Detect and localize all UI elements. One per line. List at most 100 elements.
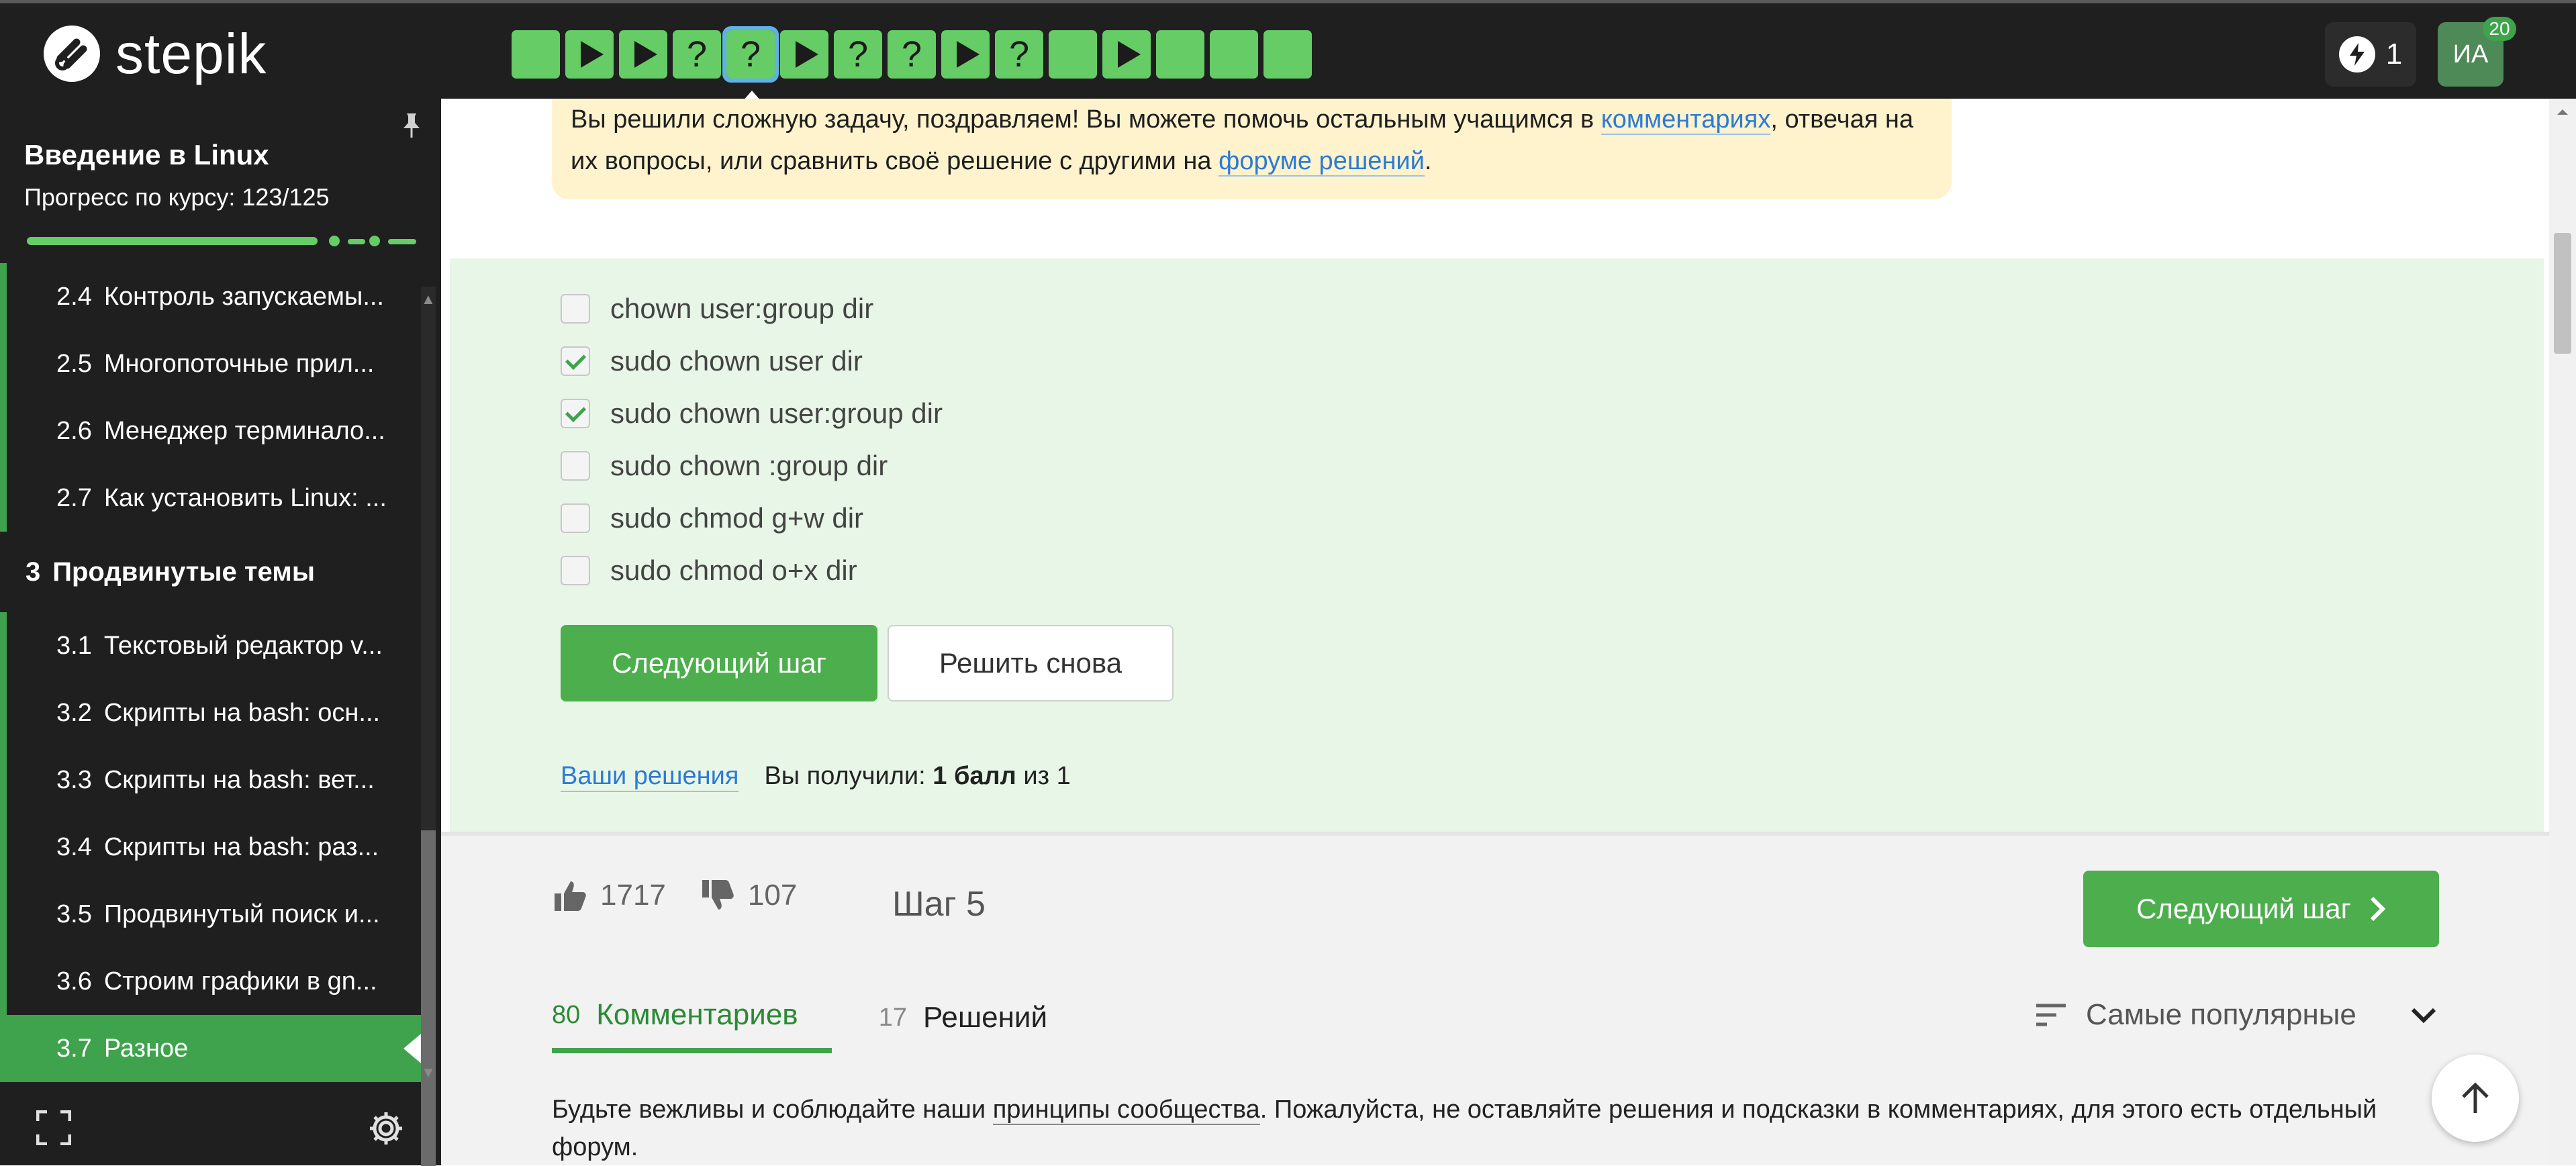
lightning-icon (2338, 36, 2375, 72)
lesson-number: 2.7 (56, 483, 92, 512)
lesson-number: 3.4 (56, 832, 92, 861)
lesson-item[interactable]: 3.6 Строим графики в gn... (0, 948, 421, 1015)
lesson-item[interactable]: 3.4 Скрипты на bash: раз... (0, 814, 421, 881)
checkbox[interactable] (561, 503, 590, 533)
community-rules-link[interactable]: принципы сообщества (992, 1096, 1260, 1125)
checkbox-checked[interactable] (561, 346, 590, 376)
checkbox[interactable] (561, 556, 590, 585)
page-scroll-thumb[interactable] (2554, 233, 2571, 354)
step-quiz[interactable]: ? (995, 30, 1043, 79)
sidebar-scroll-thumb[interactable] (421, 830, 436, 1166)
lesson-item[interactable]: 2.6 Менеджер терминало... (0, 397, 421, 465)
lesson-number: 3.3 (56, 765, 92, 794)
lesson-item-active[interactable]: 3.7 Разное (0, 1015, 421, 1082)
lesson-item[interactable]: 2.7 Как установить Linux: ... (0, 465, 421, 532)
step-text[interactable] (1210, 30, 1258, 79)
likes-count: 1717 (600, 879, 666, 912)
next-step-button[interactable]: Следующий шаг (561, 625, 877, 701)
course-title[interactable]: Введение в Linux (24, 139, 269, 171)
step-play[interactable] (619, 30, 667, 79)
lesson-item[interactable]: 2.4 Контроль запускаемы... (0, 263, 421, 330)
play-icon (796, 41, 818, 68)
progress-dot (369, 236, 380, 246)
lesson-label: Строим графики в gn... (103, 967, 377, 995)
your-solutions-link[interactable]: Ваши решения (561, 762, 739, 792)
fullscreen-icon[interactable] (36, 1110, 71, 1145)
sidebar-scrollbar[interactable] (421, 287, 436, 1166)
lesson-label: Скрипты на bash: осн... (103, 698, 381, 727)
scroll-up-arrow-icon[interactable]: ▲ (421, 291, 436, 308)
answer-option[interactable]: sudo chmod g+w dir (561, 496, 863, 540)
scroll-to-top-button[interactable] (2432, 1055, 2519, 1142)
page-scrollbar[interactable] (2549, 99, 2576, 1165)
stepik-logo-icon (44, 26, 100, 82)
chevron-down-icon (2411, 1008, 2436, 1024)
answer-option[interactable]: chown user:group dir (561, 287, 873, 331)
progress-fill (27, 237, 318, 245)
stepik-logo[interactable]: stepik (42, 22, 267, 85)
step-text[interactable] (512, 30, 560, 79)
lesson-item[interactable]: 3.2 Скрипты на bash: осн... (0, 679, 421, 746)
question-icon: ? (1008, 34, 1030, 75)
sort-label: Самые популярные (2086, 998, 2356, 1031)
answer-option[interactable]: sudo chmod o+x dir (561, 548, 857, 593)
lesson-label: Скрипты на bash: раз... (103, 832, 379, 861)
thumbs-down-icon[interactable] (700, 877, 736, 914)
lesson-item[interactable]: 3.1 Текстовый редактор v... (0, 612, 421, 679)
lesson-item[interactable]: 3.3 Скрипты на bash: вет... (0, 746, 421, 814)
answer-option[interactable]: sudo chown :group dir (561, 444, 888, 488)
step-label: Шаг 5 (892, 885, 986, 924)
lesson-label: Текстовый редактор v... (103, 631, 383, 660)
sort-dropdown[interactable]: Самые популярные (2035, 998, 2438, 1032)
gear-icon[interactable] (368, 1110, 404, 1147)
retry-button[interactable]: Решить снова (888, 625, 1174, 701)
tab-count: 17 (878, 1003, 907, 1032)
step-text[interactable] (1156, 30, 1204, 79)
energy-counter[interactable]: 1 (2325, 22, 2416, 87)
arrow-up-icon (2462, 1082, 2489, 1113)
tab-comments[interactable]: 80 Комментариев (552, 998, 832, 1053)
question-icon: ? (901, 34, 922, 75)
checkbox[interactable] (561, 294, 590, 324)
answer-label: sudo chmod o+x dir (610, 554, 857, 586)
step-quiz[interactable]: ? (834, 30, 882, 79)
next-step-label: Следующий шаг (2136, 893, 2351, 924)
module-heading[interactable]: 3 Продвинутые темы (0, 532, 421, 612)
lesson-number: 3.1 (56, 631, 92, 660)
solutions-forum-link[interactable]: форуме решений (1219, 147, 1425, 177)
answer-option[interactable]: sudo chown user dir (561, 339, 863, 383)
step-quiz[interactable]: ? (673, 30, 721, 79)
main-content: Вы решили сложную задачу, поздравляем! В… (441, 99, 2549, 1165)
scroll-up-arrow-icon[interactable] (2549, 99, 2576, 126)
tab-label: Решений (922, 1001, 1048, 1034)
lesson-label: Контроль запускаемы... (103, 282, 384, 311)
step-text[interactable] (1049, 30, 1097, 79)
step-play[interactable] (780, 30, 828, 79)
step-play[interactable] (565, 30, 614, 79)
checkbox-checked[interactable] (561, 399, 590, 428)
step-play[interactable] (941, 30, 990, 79)
congrats-text: Вы решили сложную задачу, поздравляем! В… (571, 105, 1601, 134)
progress-dot (329, 236, 340, 246)
lesson-label: Продвинутый поиск и... (103, 900, 380, 928)
tab-solutions[interactable]: 17 Решений (879, 998, 1047, 1053)
step-text[interactable] (1263, 30, 1312, 79)
lesson-label: Скрипты на bash: вет... (103, 765, 375, 794)
lesson-number: 3.5 (56, 900, 92, 928)
answer-option[interactable]: sudo chown user:group dir (561, 391, 943, 436)
checkbox[interactable] (561, 451, 590, 481)
lesson-item[interactable]: 2.5 Многопоточные прил... (0, 330, 421, 397)
next-step-button-footer[interactable]: Следующий шаг (2083, 871, 2439, 947)
step-play[interactable] (1102, 30, 1151, 79)
pin-icon[interactable] (401, 112, 422, 145)
congrats-text: . (1424, 147, 1432, 175)
thumbs-up-icon[interactable] (552, 877, 588, 914)
step-quiz-current[interactable]: ? (722, 26, 779, 101)
progress-dash (348, 239, 365, 244)
scroll-down-arrow-icon[interactable]: ▼ (421, 1064, 436, 1081)
lesson-list: 2.4 Контроль запускаемы... 2.5 Многопоточн… (0, 263, 421, 1082)
answer-label: sudo chmod g+w dir (610, 502, 864, 534)
comments-link[interactable]: комментариях (1601, 105, 1771, 135)
lesson-item[interactable]: 3.5 Продвинутый поиск и... (0, 881, 421, 948)
step-quiz[interactable]: ? (888, 30, 936, 79)
